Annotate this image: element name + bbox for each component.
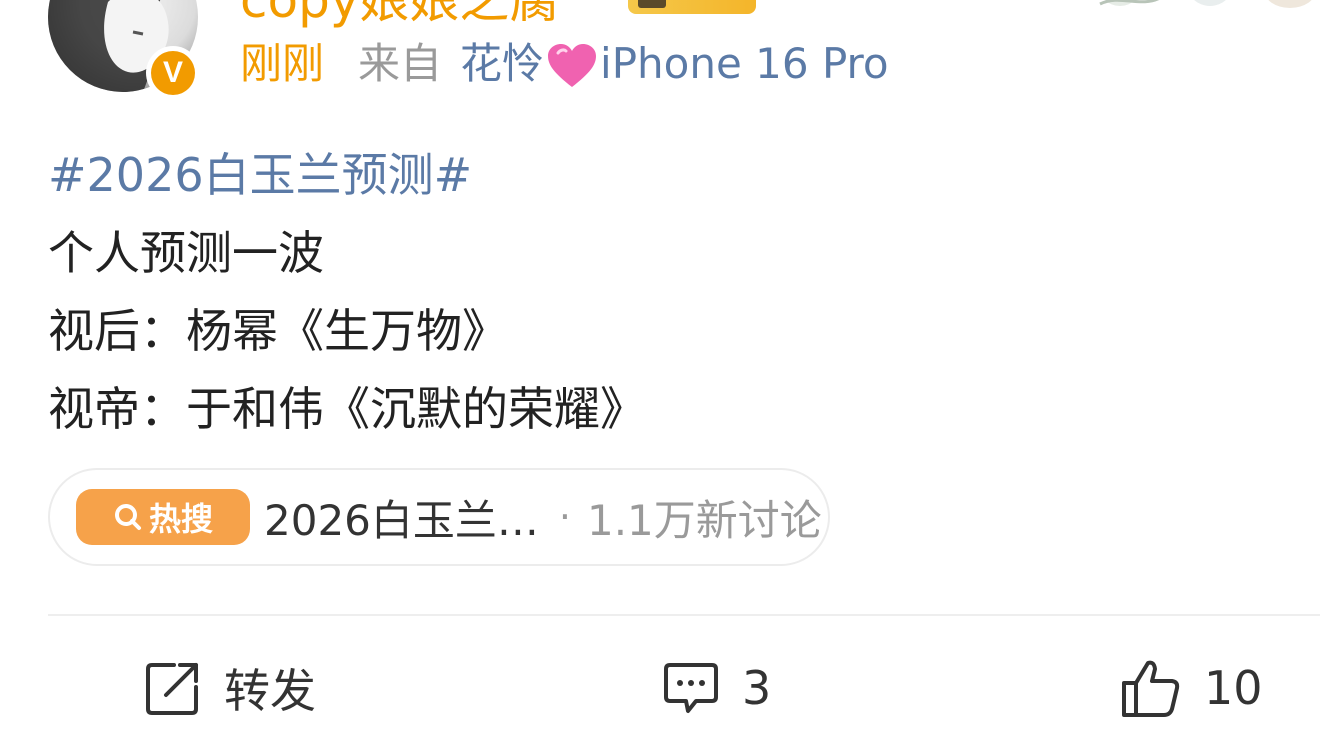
edit-share-icon bbox=[146, 663, 198, 715]
repost-button[interactable]: 转发 bbox=[144, 650, 316, 726]
device-name: iPhone 16 Pro bbox=[600, 39, 889, 88]
separator-dot: · bbox=[558, 495, 571, 539]
comment-bubble-icon bbox=[664, 663, 718, 713]
like-count: 10 bbox=[1204, 661, 1263, 715]
post-meta: 刚刚 来自 花怜 iPhone 16 Pro bbox=[240, 38, 889, 91]
repost-label: 转发 bbox=[224, 664, 316, 718]
level-badge[interactable] bbox=[628, 0, 756, 14]
search-icon bbox=[114, 504, 141, 530]
username[interactable]: copy娘娘之腐 bbox=[240, 0, 559, 30]
content-line: 个人预测一波 bbox=[48, 226, 324, 280]
content-line: 视帝：于和伟《沉默的荣耀》 bbox=[48, 382, 646, 436]
from-label: 来自 bbox=[358, 39, 443, 89]
thumbs-up-icon bbox=[1122, 660, 1180, 717]
topic-hashtag[interactable]: #2026白玉兰预测# bbox=[48, 136, 646, 214]
device-prefix: 花怜 bbox=[460, 39, 545, 88]
comment-button[interactable]: 3 bbox=[662, 650, 771, 726]
content-line: 视后：杨幂《生万物》 bbox=[48, 304, 508, 358]
verified-badge: V bbox=[146, 46, 200, 100]
device-link[interactable]: 花怜 iPhone 16 Pro bbox=[460, 38, 889, 91]
hot-search-badge-label: 热搜 bbox=[148, 500, 213, 538]
comment-count: 3 bbox=[742, 661, 772, 715]
hot-search-badge: 热搜 bbox=[76, 489, 250, 545]
like-button[interactable]: 10 bbox=[1120, 650, 1263, 726]
divider bbox=[48, 614, 1320, 616]
hot-search-title: 2026白玉兰… bbox=[264, 495, 539, 545]
discussion-count: 1.1万新讨论 bbox=[586, 495, 822, 545]
verified-v-icon: V bbox=[151, 51, 195, 95]
post-content: #2026白玉兰预测# 个人预测一波 视后：杨幂《生万物》 视帝：于和伟《沉默的… bbox=[48, 136, 646, 448]
pink-heart-icon bbox=[548, 43, 597, 87]
post-time: 刚刚 bbox=[240, 39, 325, 89]
crown-icon bbox=[638, 0, 666, 8]
hot-search-chip[interactable]: 热搜 2026白玉兰… · 1.1万新讨论 bbox=[48, 468, 830, 566]
decoration-icon bbox=[1099, 0, 1312, 8]
